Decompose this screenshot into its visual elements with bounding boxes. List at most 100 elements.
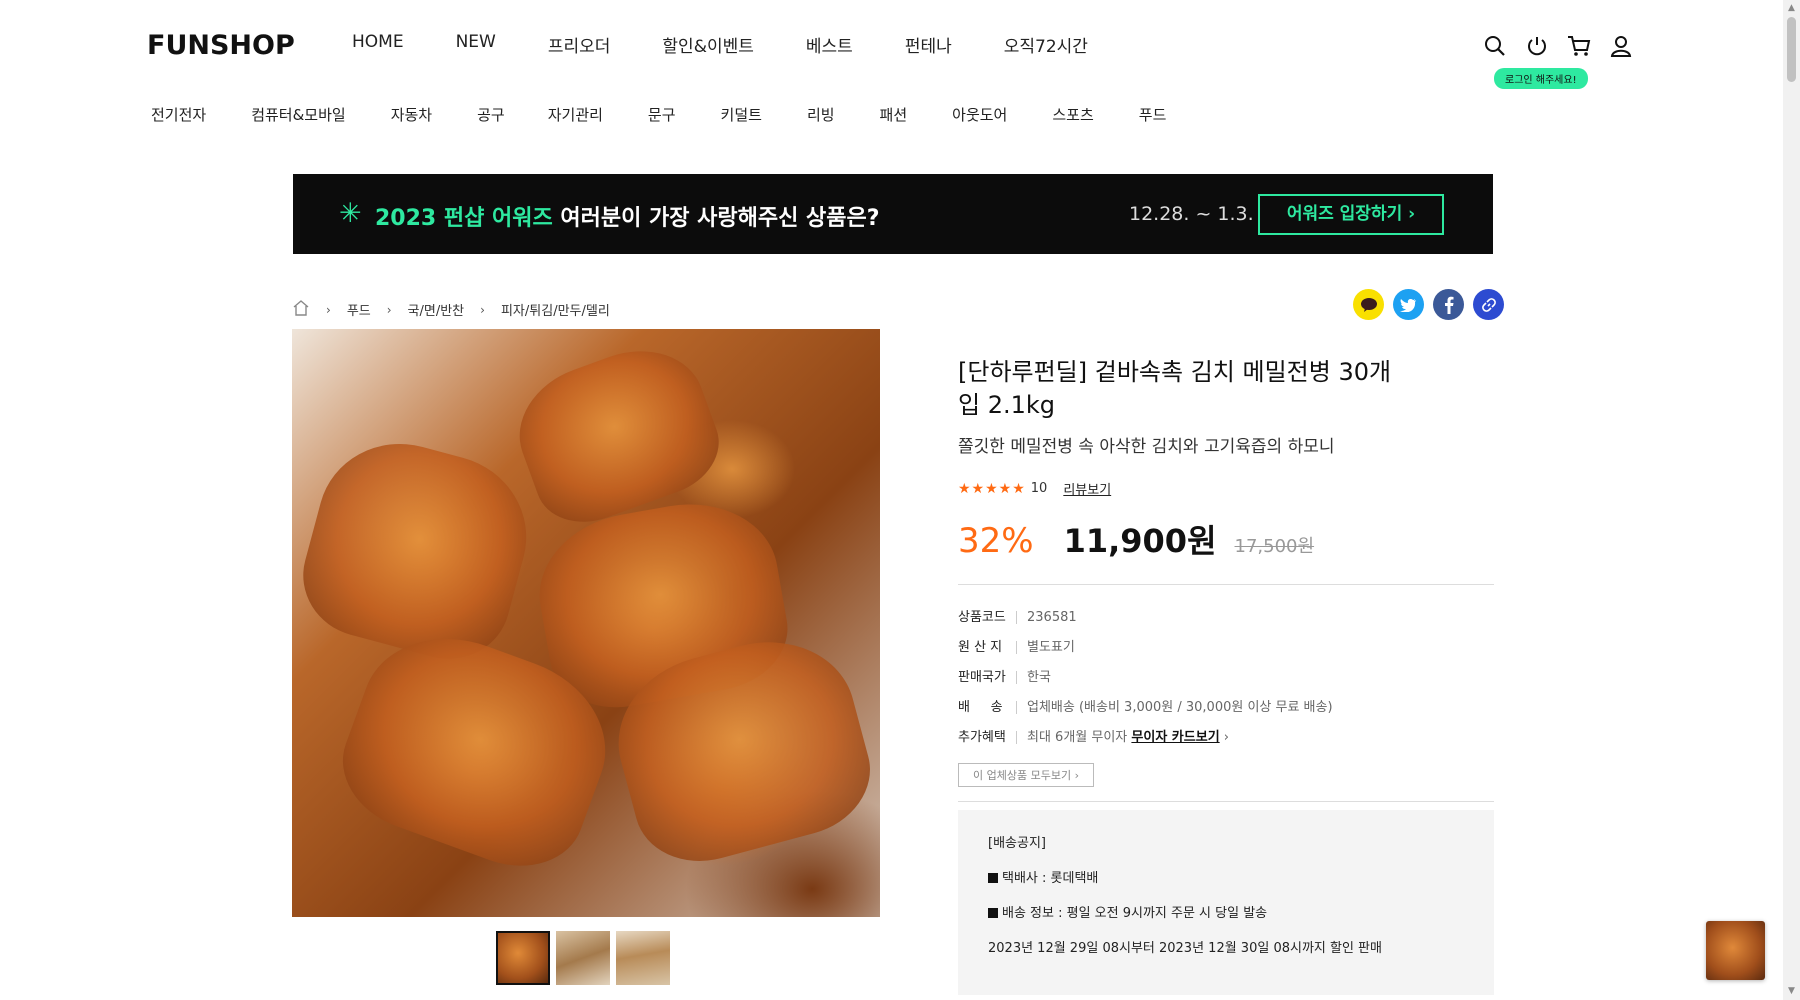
category-electronics[interactable]: 전기전자: [151, 104, 206, 125]
product-main-image[interactable]: [292, 329, 880, 917]
divider: [958, 801, 1494, 802]
food-shape: [292, 425, 545, 673]
link-copy-icon[interactable]: [1473, 289, 1504, 320]
spec-row: 상품코드 236581: [958, 603, 1494, 633]
benefit-text: 최대 6개월 무이자: [1027, 730, 1128, 745]
sale-price: 11,900원: [1063, 522, 1217, 560]
spec-label: 원 산 지: [958, 640, 1003, 655]
recent-viewed-thumbnail[interactable]: [1706, 921, 1765, 980]
category-food[interactable]: 푸드: [1139, 104, 1167, 125]
banner-highlight: 2023 펀샵 어워즈: [375, 206, 553, 231]
category-tools[interactable]: 공구: [477, 104, 505, 125]
scroll-up-arrow-icon[interactable]: ▲: [1783, 0, 1800, 17]
breadcrumb-item[interactable]: 푸드: [347, 300, 371, 319]
scroll-down-arrow-icon[interactable]: ▼: [1783, 983, 1800, 1000]
square-bullet-icon: [988, 873, 998, 883]
scrollbar[interactable]: ▲ ▼: [1783, 0, 1800, 1000]
spec-label: 추가혜택: [958, 730, 1006, 745]
star-rating-icon: ★★★★★: [958, 480, 1026, 497]
review-link[interactable]: 리뷰보기: [1063, 479, 1111, 498]
power-icon[interactable]: [1524, 33, 1550, 59]
spec-value: 별도표기: [1027, 640, 1075, 655]
spec-table: 상품코드 236581 원 산 지 별도표기 판매국가 한국 배 송 업체배송 …: [958, 603, 1494, 753]
nav-new[interactable]: NEW: [456, 32, 496, 57]
nav-sale-event[interactable]: 할인&이벤트: [662, 32, 753, 57]
breadcrumb: › 푸드 › 국/면/반찬 › 피자/튀김/만두/델리: [292, 299, 610, 320]
user-icon[interactable]: [1608, 33, 1634, 59]
spec-value: 업체배송 (배송비 3,000원 / 30,000원 이상 무료 배송): [1027, 700, 1333, 715]
spec-row: 원 산 지 별도표기: [958, 633, 1494, 663]
category-stationery[interactable]: 문구: [648, 104, 676, 125]
spec-label: 상품코드: [958, 610, 1006, 625]
spec-label: 배 송: [958, 700, 1003, 715]
notice-line: 택배사 : 롯데택배: [988, 869, 1464, 889]
nav-best[interactable]: 베스트: [806, 32, 853, 57]
kakao-share-icon[interactable]: [1353, 289, 1384, 320]
awards-enter-button[interactable]: 어워즈 입장하기 ›: [1258, 194, 1444, 235]
thumbnail-list: [496, 931, 676, 985]
thumbnail-image[interactable]: [556, 931, 610, 985]
banner-date: 12.28. ~ 1.3.: [1129, 203, 1254, 225]
main-nav: HOME NEW 프리오더 할인&이벤트 베스트 펀테나 오직72시간: [352, 32, 1140, 57]
category-living[interactable]: 리빙: [807, 104, 835, 125]
original-price: 17,500원: [1234, 536, 1315, 557]
thumbnail-image[interactable]: [616, 931, 670, 985]
search-icon[interactable]: [1482, 33, 1508, 59]
spec-row: 판매국가 한국: [958, 663, 1494, 693]
category-car[interactable]: 자동차: [391, 104, 432, 125]
logo[interactable]: FUNSHOP: [147, 30, 295, 61]
square-bullet-icon: [988, 908, 998, 918]
notice-line: 배송 정보 : 평일 오전 9시까지 주문 시 당일 발송: [988, 904, 1464, 924]
product-subtitle: 쫄깃한 메밀전병 속 아삭한 김치와 고기육즙의 하모니: [958, 437, 1335, 457]
header: FUNSHOP HOME NEW 프리오더 할인&이벤트 베스트 펀테나 오직7…: [0, 0, 1783, 150]
price-block: 32% 11,900원 17,500원: [958, 516, 1494, 562]
vendor-products-button[interactable]: 이 업체상품 모두보기 ›: [958, 763, 1094, 787]
nav-72hours[interactable]: 오직72시간: [1004, 32, 1088, 57]
spec-row: 추가혜택 최대 6개월 무이자 무이자 카드보기 ›: [958, 723, 1494, 753]
facebook-share-icon[interactable]: [1433, 289, 1464, 320]
category-outdoor[interactable]: 아웃도어: [952, 104, 1007, 125]
nav-home[interactable]: HOME: [352, 32, 404, 57]
utility-icons: [1482, 33, 1650, 59]
chevron-right-icon: ›: [480, 302, 485, 317]
spec-value: 최대 6개월 무이자 무이자 카드보기 ›: [1027, 723, 1229, 753]
product-title: [단하루펀딜] 겉바속촉 김치 메밀전병 30개입 2.1kg: [958, 358, 1392, 419]
nav-funtena[interactable]: 펀테나: [905, 32, 952, 57]
category-nav: 전기전자 컴퓨터&모바일 자동차 공구 자기관리 문구 키덜트 리빙 패션 아웃…: [151, 104, 1166, 125]
divider: [958, 584, 1494, 585]
category-selfcare[interactable]: 자기관리: [548, 104, 603, 125]
shipping-notice: [배송공지] 택배사 : 롯데택배 배송 정보 : 평일 오전 9시까지 주문 …: [958, 810, 1494, 995]
rating: ★★★★★ 10 리뷰보기: [958, 479, 1494, 499]
notice-title: [배송공지]: [988, 836, 1046, 851]
card-benefit-link[interactable]: 무이자 카드보기: [1131, 730, 1219, 745]
banner-headline: 2023 펀샵 어워즈 여러분이 가장 사랑해주신 상품은?: [375, 200, 880, 232]
share-buttons: [1344, 289, 1504, 320]
banner-text: 여러분이 가장 사랑해주신 상품은?: [560, 206, 880, 231]
category-fashion[interactable]: 패션: [880, 104, 908, 125]
scroll-thumb[interactable]: [1787, 17, 1796, 82]
sparkle-icon: ✳: [339, 198, 362, 229]
cart-icon[interactable]: [1566, 33, 1592, 59]
nav-preorder[interactable]: 프리오더: [548, 32, 611, 57]
product-info: [단하루펀딜] 겉바속촉 김치 메밀전병 30개입 2.1kg 쫄깃한 메밀전병…: [958, 356, 1494, 995]
thumbnail-image[interactable]: [496, 931, 550, 985]
category-kidult[interactable]: 키덜트: [721, 104, 762, 125]
twitter-share-icon[interactable]: [1393, 289, 1424, 320]
spec-value: 236581: [1027, 610, 1077, 625]
discount-rate: 32%: [958, 521, 1034, 561]
home-icon[interactable]: [292, 299, 310, 320]
chevron-right-icon: ›: [386, 302, 392, 317]
spec-value: 한국: [1027, 670, 1051, 685]
spec-label: 판매국가: [958, 670, 1006, 685]
spec-row: 배 송 업체배송 (배송비 3,000원 / 30,000원 이상 무료 배송): [958, 693, 1494, 723]
category-computer-mobile[interactable]: 컴퓨터&모바일: [251, 104, 346, 125]
category-sports[interactable]: 스포츠: [1052, 104, 1093, 125]
login-badge[interactable]: 로그인 해주세요!: [1494, 68, 1588, 89]
chevron-right-icon: ›: [1223, 730, 1229, 745]
awards-banner[interactable]: ✳ 2023 펀샵 어워즈 여러분이 가장 사랑해주신 상품은? 12.28. …: [293, 174, 1493, 254]
chevron-right-icon: ›: [326, 302, 331, 317]
breadcrumb-item[interactable]: 피자/튀김/만두/델리: [501, 300, 610, 319]
breadcrumb-item[interactable]: 국/면/반찬: [408, 300, 465, 319]
notice-period: 2023년 12월 29일 08시부터 2023년 12월 30일 08시까지 …: [988, 941, 1382, 956]
review-count: 10: [1030, 481, 1048, 496]
